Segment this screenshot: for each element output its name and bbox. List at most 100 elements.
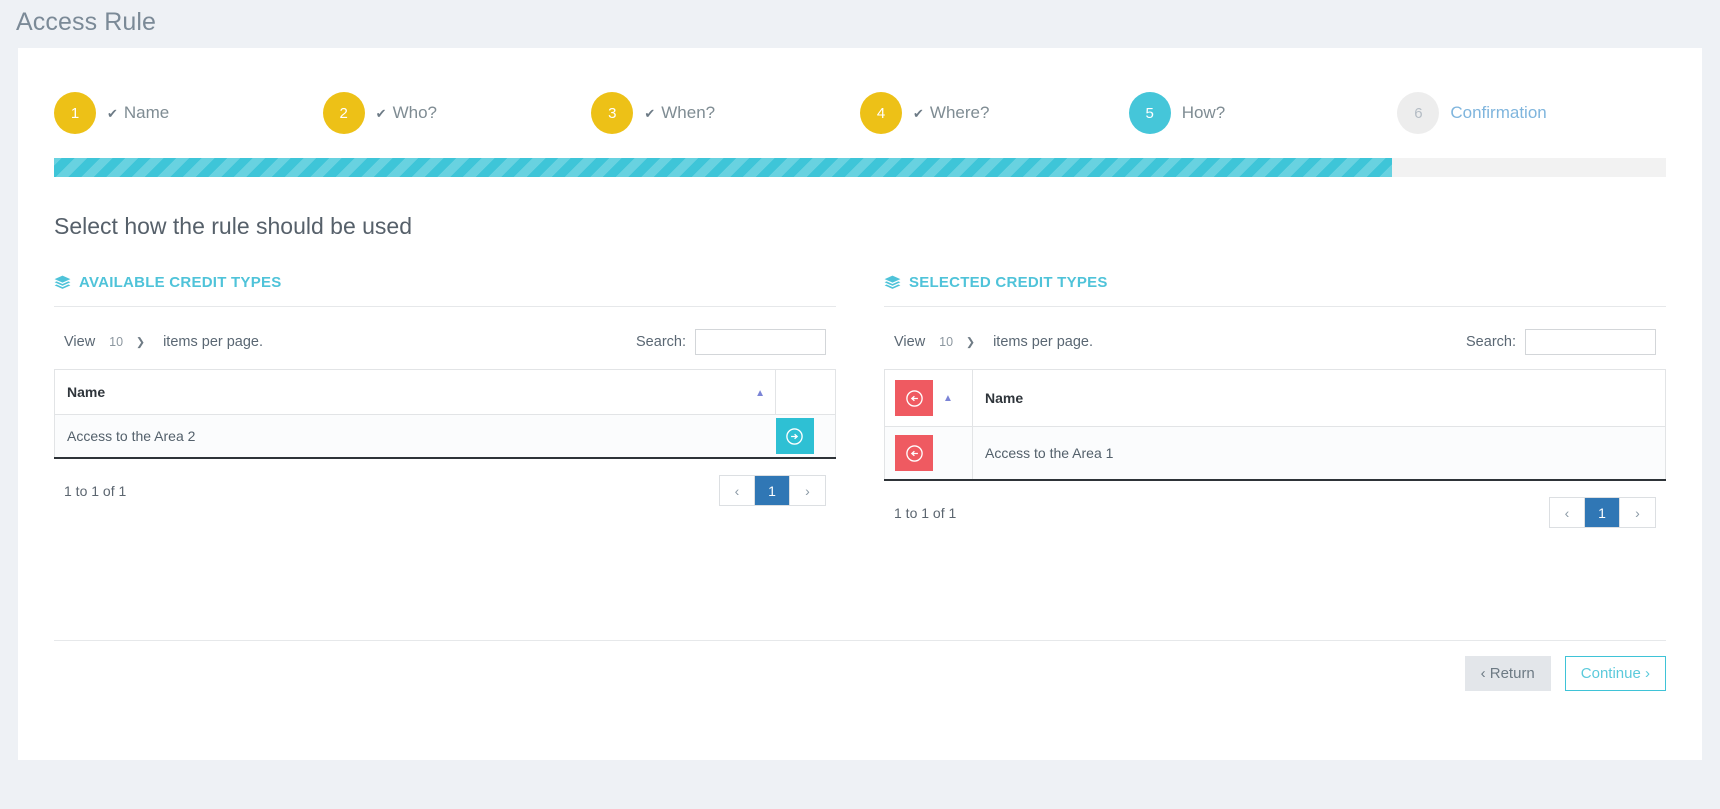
available-record-info: 1 to 1 of 1 <box>64 482 127 499</box>
selected-table-tools: View 10 ❯ items per page. Search: <box>884 307 1666 355</box>
selected-credit-types-table: ▲ Name Access to the Area 1 <box>884 369 1666 481</box>
selected-search-label: Search: <box>1466 334 1516 350</box>
selected-panel-header: SELECTED CREDIT TYPES <box>884 274 1666 307</box>
step-1-name[interactable]: 1 ✔ Name <box>54 92 323 134</box>
wizard-stepper: 1 ✔ Name 2 ✔ Who? 3 ✔ When? 4 ✔ Where? 5… <box>54 48 1666 134</box>
table-header-row: ▲ Name <box>884 369 1666 427</box>
available-search-group: Search: <box>636 329 826 355</box>
available-prev-page-button[interactable]: ‹ <box>720 476 755 505</box>
arrow-left-circle-icon-button[interactable] <box>895 435 933 471</box>
selected-row-action-cell <box>884 426 973 480</box>
available-panel-header: AVAILABLE CREDIT TYPES <box>54 274 836 307</box>
available-page-size-select[interactable]: 10 ❯ <box>105 335 153 349</box>
available-credit-types-panel: AVAILABLE CREDIT TYPES View 10 ❯ items p… <box>54 274 836 528</box>
step-4-label: Where? <box>929 103 990 122</box>
check-icon: ✔ <box>375 105 387 121</box>
continue-button[interactable]: Continue › <box>1564 656 1666 691</box>
available-credit-types-table: Name ▲ Access to the Area 2 <box>54 369 836 459</box>
available-view-label: View <box>64 334 96 350</box>
available-search-label: Search: <box>636 334 686 350</box>
sort-ascending-icon: ▲ <box>943 392 953 404</box>
layers-icon <box>884 275 901 290</box>
step-6-confirmation[interactable]: 6 Confirmation <box>1397 92 1666 134</box>
step-4-where[interactable]: 4 ✔ Where? <box>860 92 1129 134</box>
selected-search-group: Search: <box>1466 329 1656 355</box>
wizard-progress-track <box>54 158 1666 177</box>
check-icon: ✔ <box>107 105 118 121</box>
arrow-left-circle-icon-button-header[interactable] <box>895 380 933 416</box>
table-row: Access to the Area 1 <box>884 426 1666 480</box>
selected-column-name-label: Name <box>985 390 1024 406</box>
selected-next-page-button[interactable]: › <box>1620 498 1655 527</box>
selected-action-column: ▲ <box>884 369 973 427</box>
available-table-footer: 1 to 1 of 1 ‹ 1 › <box>54 459 836 506</box>
step-1-label-wrap: ✔ Name <box>107 103 169 123</box>
step-5-label: How? <box>1181 103 1226 122</box>
step-4-label-wrap: ✔ Where? <box>913 103 989 123</box>
section-heading: Select how the rule should be used <box>54 213 413 239</box>
step-3-number: 3 <box>591 92 634 134</box>
available-panel-title: AVAILABLE CREDIT TYPES <box>79 274 282 291</box>
step-6-label: Confirmation <box>1450 103 1547 122</box>
check-icon: ✔ <box>913 105 924 121</box>
available-page-size-value: 10 <box>109 335 124 349</box>
check-icon: ✔ <box>644 105 656 121</box>
selected-row-name: Access to the Area 1 <box>972 426 1666 480</box>
available-action-column <box>775 369 836 415</box>
step-2-number: 2 <box>322 92 365 134</box>
selected-panel-title: SELECTED CREDIT TYPES <box>909 274 1108 291</box>
step-1-label: Name <box>123 103 170 122</box>
selected-prev-page-button[interactable]: ‹ <box>1550 498 1585 527</box>
wizard-card: 1 ✔ Name 2 ✔ Who? 3 ✔ When? 4 ✔ Where? 5… <box>18 48 1702 760</box>
selected-view-label: View <box>894 334 926 350</box>
selected-page-size-value: 10 <box>939 335 954 349</box>
step-5-number: 5 <box>1128 92 1171 134</box>
selected-credit-types-panel: SELECTED CREDIT TYPES View 10 ❯ items pe… <box>884 274 1666 528</box>
available-row-action-cell <box>775 414 836 458</box>
available-view-group: View 10 ❯ items per page. <box>64 334 263 350</box>
selected-pagination: ‹ 1 › <box>1549 497 1656 528</box>
available-row-name: Access to the Area 2 <box>54 414 776 458</box>
chevron-down-icon: ❯ <box>135 336 146 349</box>
available-page-1-button[interactable]: 1 <box>755 476 790 505</box>
selected-page-1-button[interactable]: 1 <box>1585 498 1620 527</box>
available-search-input[interactable] <box>695 329 826 355</box>
step-3-when[interactable]: 3 ✔ When? <box>591 92 860 134</box>
step-2-who[interactable]: 2 ✔ Who? <box>322 92 592 134</box>
step-4-number: 4 <box>860 92 903 134</box>
wizard-footer-actions: ‹ Return Continue › <box>1464 656 1666 691</box>
selected-view-group: View 10 ❯ items per page. <box>894 334 1093 350</box>
page-title: Access Rule <box>16 8 157 36</box>
table-row: Access to the Area 2 <box>54 414 836 458</box>
available-next-page-button[interactable]: › <box>790 476 825 505</box>
selected-column-name[interactable]: Name <box>972 369 1666 427</box>
selected-page-size-select[interactable]: 10 ❯ <box>935 335 983 349</box>
step-2-label-wrap: ✔ Who? <box>376 103 437 123</box>
return-button[interactable]: ‹ Return <box>1464 656 1551 691</box>
step-3-label: When? <box>661 103 716 122</box>
step-6-number: 6 <box>1397 92 1440 134</box>
step-5-label-wrap: How? <box>1182 103 1225 123</box>
step-1-number: 1 <box>54 92 96 134</box>
footer-divider <box>54 640 1666 641</box>
credit-types-panels: AVAILABLE CREDIT TYPES View 10 ❯ items p… <box>54 274 1666 528</box>
available-column-name-label: Name <box>67 384 106 400</box>
step-6-label-wrap: Confirmation <box>1450 103 1546 123</box>
selected-search-input[interactable] <box>1525 329 1656 355</box>
selected-record-info: 1 to 1 of 1 <box>894 504 957 521</box>
available-pagination: ‹ 1 › <box>719 475 826 506</box>
arrow-right-circle-icon-button[interactable] <box>775 418 814 454</box>
table-header-row: Name ▲ <box>54 369 836 415</box>
available-items-per-page-label: items per page. <box>163 334 264 350</box>
chevron-down-icon: ❯ <box>965 336 976 349</box>
layers-icon <box>54 275 71 290</box>
selected-table-footer: 1 to 1 of 1 ‹ 1 › <box>884 481 1666 528</box>
step-2-label: Who? <box>392 103 437 122</box>
selected-items-per-page-label: items per page. <box>993 334 1094 350</box>
step-3-label-wrap: ✔ When? <box>644 103 715 123</box>
sort-ascending-icon: ▲ <box>755 388 765 399</box>
available-column-name[interactable]: Name ▲ <box>54 369 776 415</box>
available-table-tools: View 10 ❯ items per page. Search: <box>54 307 836 355</box>
step-5-how[interactable]: 5 How? <box>1128 92 1398 134</box>
wizard-progress-fill <box>54 158 1392 177</box>
